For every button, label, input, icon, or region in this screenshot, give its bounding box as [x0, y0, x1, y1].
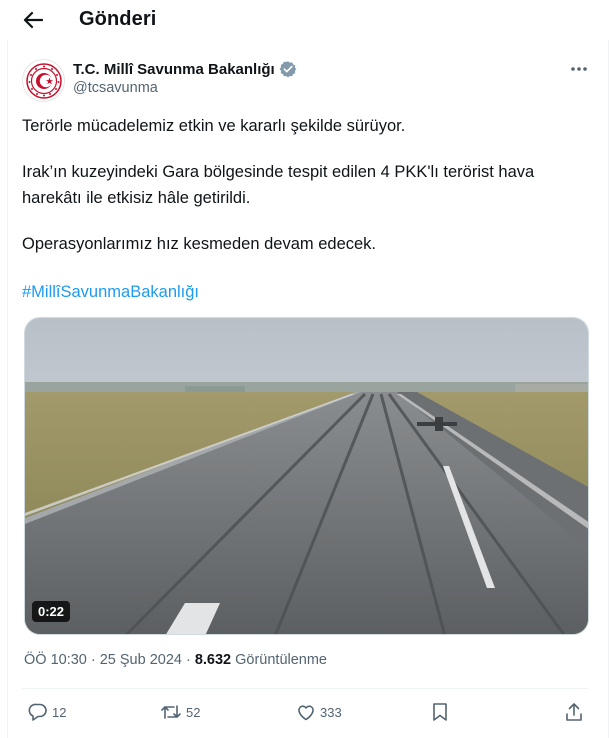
more-horizontal-icon [571, 67, 587, 71]
share-button[interactable] [565, 701, 583, 723]
tweet-text-line: Irak’ın kuzeyindeki Gara bölgesinde tesp… [22, 163, 535, 181]
author-handle[interactable]: @tcsavunma [73, 80, 158, 96]
repost-icon [161, 705, 181, 719]
avatar[interactable] [22, 59, 65, 102]
share-icon [566, 703, 582, 721]
divider [22, 688, 588, 689]
tweet-text-line: Operasyonlarımız hız kesmeden devam edec… [22, 235, 377, 253]
repost-count: 52 [186, 704, 201, 720]
verified-badge-icon[interactable] [279, 60, 297, 78]
meta-separator: · [185, 652, 191, 668]
author-display-name[interactable]: T.C. Millî Savunma Bakanlığı [73, 61, 275, 78]
repost-button[interactable]: 52 [160, 701, 200, 723]
like-count: 333 [320, 704, 342, 720]
reply-icon [28, 703, 47, 721]
ministry-emblem-icon [25, 62, 62, 99]
more-options-button[interactable] [567, 62, 591, 76]
heart-icon [298, 705, 314, 721]
video-duration-badge: 0:22 [32, 601, 71, 622]
page-title: Gönderi [79, 8, 157, 30]
meta-separator: · [90, 652, 96, 668]
views-label[interactable]: Görüntülenme [235, 652, 327, 668]
tweet-time[interactable]: ÖÖ 10:30 [24, 652, 87, 668]
tweet-date[interactable]: 25 Şub 2024 [100, 652, 182, 668]
views-count: 8.632 [194, 652, 232, 668]
reply-button[interactable]: 12 [28, 701, 66, 723]
author-name-row[interactable]: T.C. Millî Savunma Bakanlığı [73, 60, 297, 78]
like-button[interactable]: 333 [296, 701, 342, 723]
tweet-text-line: Terörle mücadelemiz etkin ve kararlı şek… [22, 117, 406, 135]
page-header: Gönderi [0, 0, 609, 40]
video-thumbnail [25, 318, 588, 634]
back-button[interactable] [20, 8, 46, 32]
tweet-text-line: harekâtı ile etkisiz hâle getirildi. [22, 189, 251, 207]
hashtag-link[interactable]: #MillîSavunmaBakanlığı [22, 280, 199, 305]
video-player[interactable] [24, 317, 589, 635]
bookmark-button[interactable] [431, 701, 449, 723]
arrow-left-icon [23, 11, 43, 29]
bookmark-icon [433, 703, 447, 721]
tweet-metadata: ÖÖ 10:30 · 25 Şub 2024 · 8.632 Görüntüle… [24, 652, 327, 668]
reply-count: 12 [52, 704, 67, 720]
